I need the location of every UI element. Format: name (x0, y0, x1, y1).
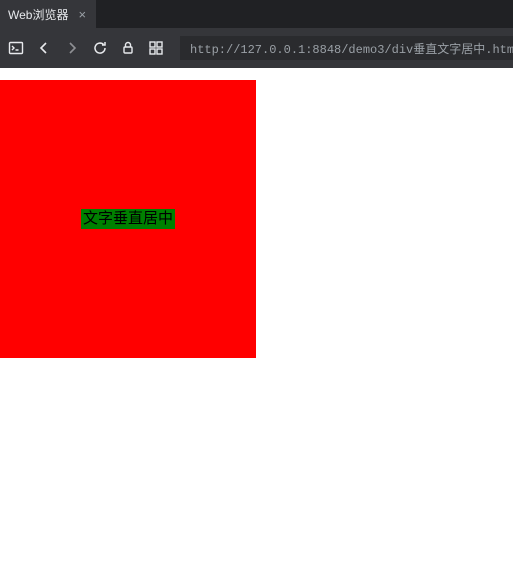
url-text: http://127.0.0.1:8848/demo3/div垂直文字居中.ht… (190, 40, 513, 57)
centered-text: 文字垂直居中 (81, 209, 175, 229)
url-bar[interactable]: http://127.0.0.1:8848/demo3/div垂直文字居中.ht… (180, 36, 513, 60)
back-icon[interactable] (36, 39, 52, 57)
browser-tab[interactable]: Web浏览器 × (0, 0, 96, 28)
red-container: 文字垂直居中 (0, 80, 256, 358)
console-icon[interactable] (8, 39, 24, 57)
lock-icon[interactable] (120, 39, 136, 57)
apps-icon[interactable] (148, 39, 164, 57)
tab-bar: Web浏览器 × (0, 0, 513, 28)
forward-icon[interactable] (64, 39, 80, 57)
close-icon[interactable]: × (78, 8, 86, 21)
page-content: 文字垂直居中 (0, 68, 513, 569)
toolbar: http://127.0.0.1:8848/demo3/div垂直文字居中.ht… (0, 28, 513, 68)
reload-icon[interactable] (92, 39, 108, 57)
tab-title: Web浏览器 (8, 6, 68, 23)
